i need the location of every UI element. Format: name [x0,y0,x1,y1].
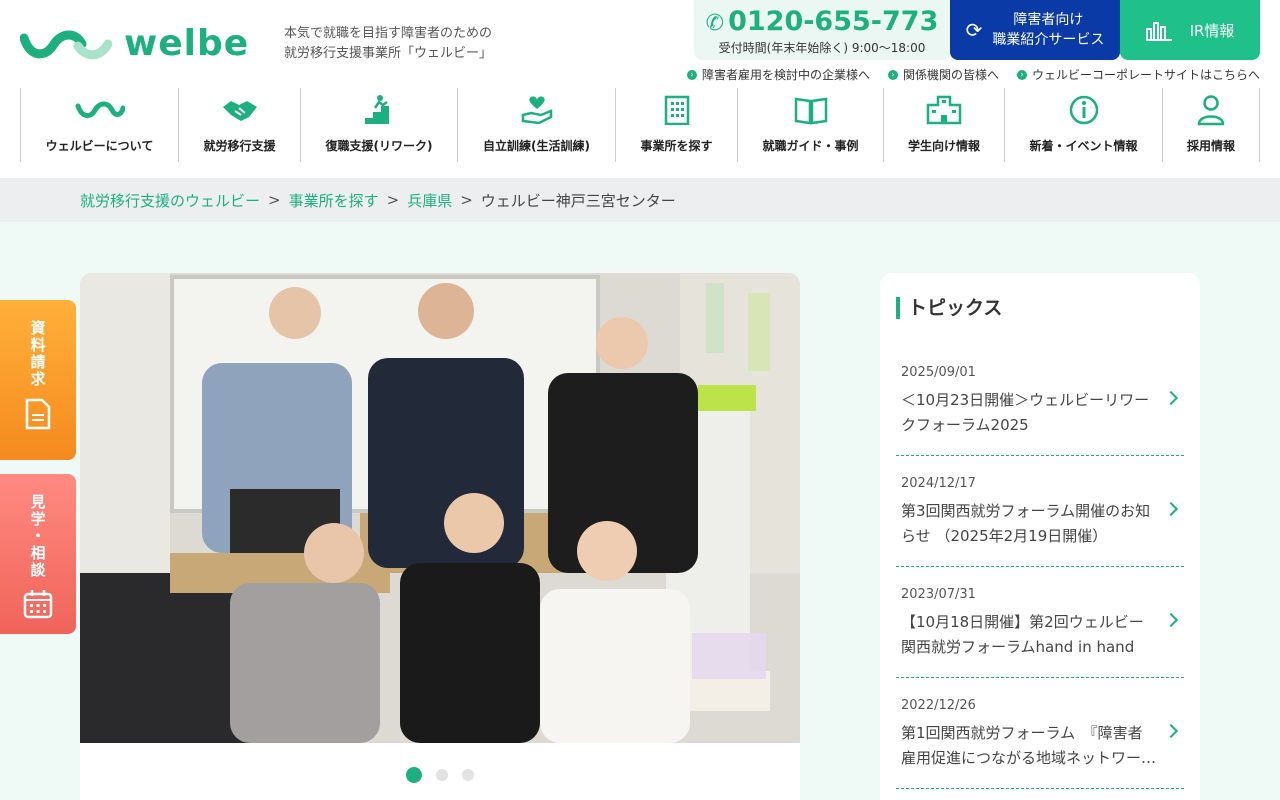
chevron-right-icon [1163,390,1179,406]
job-placement-button[interactable]: ⟳ 障害者向け 職業紹介サービス [950,0,1120,60]
nav-label: ウェルビーについて [45,139,154,153]
breadcrumb: 就労移行支援のウェルビー > 事業所を探す > 兵庫県 > ウェルビー神戸三宮セ… [0,178,1280,222]
topic-title: 【10月18日開催】第2回ウェルビー関西就労フォーラムhand in hand [901,613,1144,656]
handshake-icon [222,101,257,121]
nav-item-find-office[interactable]: 事業所を探す [616,88,738,162]
phone-number: 0120-655-773 [728,6,939,37]
ir-info-label: IR情報 [1189,21,1235,40]
slider-dots [80,767,800,783]
topic-item[interactable]: 2024/12/17 第3回関西就労フォーラム開催のお知らせ （2025年2月1… [896,456,1184,567]
school-icon [926,95,962,125]
topics-panel: トピックス 2025/09/01 ＜10月23日開催＞ウェルビーリワークフォーラ… [880,273,1200,800]
slider-dot-1[interactable] [406,767,422,783]
topic-title: ＜10月23日開催＞ウェルビーリワークフォーラム2025 [901,391,1150,434]
nav-label: 就職ガイド・事例 [762,139,859,153]
topic-title: 第1回関西就労フォーラム 『障害者雇用促進につながる地域ネットワーク』 [901,724,1143,767]
breadcrumb-separator: > [460,191,473,209]
sublink-label: 関係機関の皆様へ [902,68,999,82]
phone-hours: 受付時間(年末年始除く) 9:00〜18:00 [718,41,926,55]
chevron-right-icon: › [887,69,898,80]
topic-title: 第3回関西就労フォーラム開催のお知らせ （2025年2月19日開催） [901,502,1151,545]
nav-label: 採用情報 [1186,139,1235,153]
breadcrumb-separator: > [386,191,400,209]
bar-chart-icon [1145,22,1172,41]
job-placement-label-2: 職業紹介サービス [992,32,1105,48]
nav-item-recruit[interactable]: 採用情報 [1163,88,1260,162]
phone-contact[interactable]: ✆ 0120-655-773 受付時間(年末年始除く) 9:00〜18:00 [694,0,950,60]
sublink-label: ウェルビーコーポレートサイトはこちらへ [1031,68,1260,82]
sublink-organizations[interactable]: › 関係機関の皆様へ [887,66,999,83]
breadcrumb-prefecture[interactable]: 兵庫県 [407,190,452,211]
book-icon [794,97,827,125]
topic-item[interactable]: 2023/07/31 【10月18日開催】第2回ウェルビー関西就労フォーラムha… [896,567,1184,678]
document-request-label: 資料請求 [28,320,47,388]
topic-item[interactable]: 2025/09/01 ＜10月23日開催＞ウェルビーリワークフォーラム2025 [896,345,1184,456]
staff-group-photo [80,273,800,743]
building-icon [664,95,689,125]
tagline-line-1: 本気で就職を目指す障害者のための [284,26,493,41]
nav-label: 新着・イベント情報 [1029,139,1138,153]
chevron-right-icon [1163,723,1179,739]
visit-consult-label: 見学・相談 [28,494,47,579]
photo-slider[interactable] [80,273,800,800]
breadcrumb-current: ウェルビー神戸三宮センター [480,191,676,210]
document-icon [25,398,51,430]
ir-info-button[interactable]: IR情報 [1120,0,1260,60]
welbe-mark-icon [75,101,125,118]
hand-heart-icon [521,96,552,125]
tagline-line-2: 就労移行支援事業所「ウェルビー」 [284,46,493,61]
nav-item-independence-training[interactable]: 自立訓練(生活訓練) [458,88,616,162]
nav-label: 事業所を探す [640,139,713,153]
calendar-icon [23,590,53,619]
site-header: welbe 本気で就職を目指す障害者のための 就労移行支援事業所「ウェルビー」 … [0,0,1280,88]
visit-consult-tab[interactable]: 見学・相談 [0,474,76,634]
nav-label: 就労移行支援 [203,139,276,153]
chevron-right-icon [1163,612,1179,628]
nav-item-students[interactable]: 学生向け情報 [884,88,1005,162]
chevron-right-icon: › [686,69,697,80]
slider-dot-2[interactable] [436,769,448,781]
topics-title: トピックス [896,297,1002,319]
nav-item-rework[interactable]: 復職支援(リワーク) [301,88,458,162]
topic-date: 2025/09/01 [901,365,976,380]
nav-label: 復職支援(リワーク) [325,139,433,153]
global-nav: ウェルビーについて 就労移行支援 復職支援(リワーク) 自立訓練(生活訓練) 事… [20,88,1260,162]
person-icon [1197,95,1225,126]
topic-item[interactable]: 2022/12/26 第1回関西就労フォーラム 『障害者雇用促進につながる地域ネ… [896,678,1184,789]
topic-date: 2023/07/31 [901,587,976,602]
document-request-tab[interactable]: 資料請求 [0,300,76,460]
job-placement-label-1: 障害者向け [1013,12,1084,28]
sublink-label: 障害者雇用を検討中の企業様へ [701,68,870,82]
tagline: 本気で就職を目指す障害者のための 就労移行支援事業所「ウェルビー」 [284,24,492,64]
sublink-companies[interactable]: › 障害者雇用を検討中の企業様へ [686,66,870,83]
chevron-right-icon [1163,501,1179,517]
logo-text: welbe [124,23,250,64]
main-content: トピックス 2025/09/01 ＜10月23日開催＞ウェルビーリワークフォーラ… [0,222,1280,800]
topic-date: 2022/12/26 [901,698,976,713]
info-icon [1069,95,1098,125]
topic-date: 2024/12/17 [901,476,976,491]
breadcrumb-separator: > [268,191,281,209]
nav-item-about[interactable]: ウェルビーについて [21,88,179,162]
sublink-corporate[interactable]: › ウェルビーコーポレートサイトはこちらへ [1016,66,1260,83]
nav-item-news-events[interactable]: 新着・イベント情報 [1005,88,1163,162]
slider-dot-3[interactable] [462,769,474,781]
phone-icon: ✆ [705,11,725,36]
sub-links: › 障害者雇用を検討中の企業様へ › 関係機関の皆様へ › ウェルビーコーポレートサイ… [686,66,1260,83]
breadcrumb-find-office[interactable]: 事業所を探す [289,190,379,211]
sync-icon: ⟳ [965,18,983,42]
chevron-right-icon: › [1016,69,1027,80]
nav-label: 学生向け情報 [907,139,980,153]
site-logo[interactable]: welbe [20,24,249,64]
nav-item-employment-transition[interactable]: 就労移行支援 [179,88,301,162]
welbe-logo-mark-icon [20,30,112,60]
nav-item-job-guide[interactable]: 就職ガイド・事例 [738,88,884,162]
breadcrumb-home[interactable]: 就労移行支援のウェルビー [80,190,260,211]
nav-label: 自立訓練(生活訓練) [483,139,590,153]
stairs-runner-icon [365,95,389,124]
